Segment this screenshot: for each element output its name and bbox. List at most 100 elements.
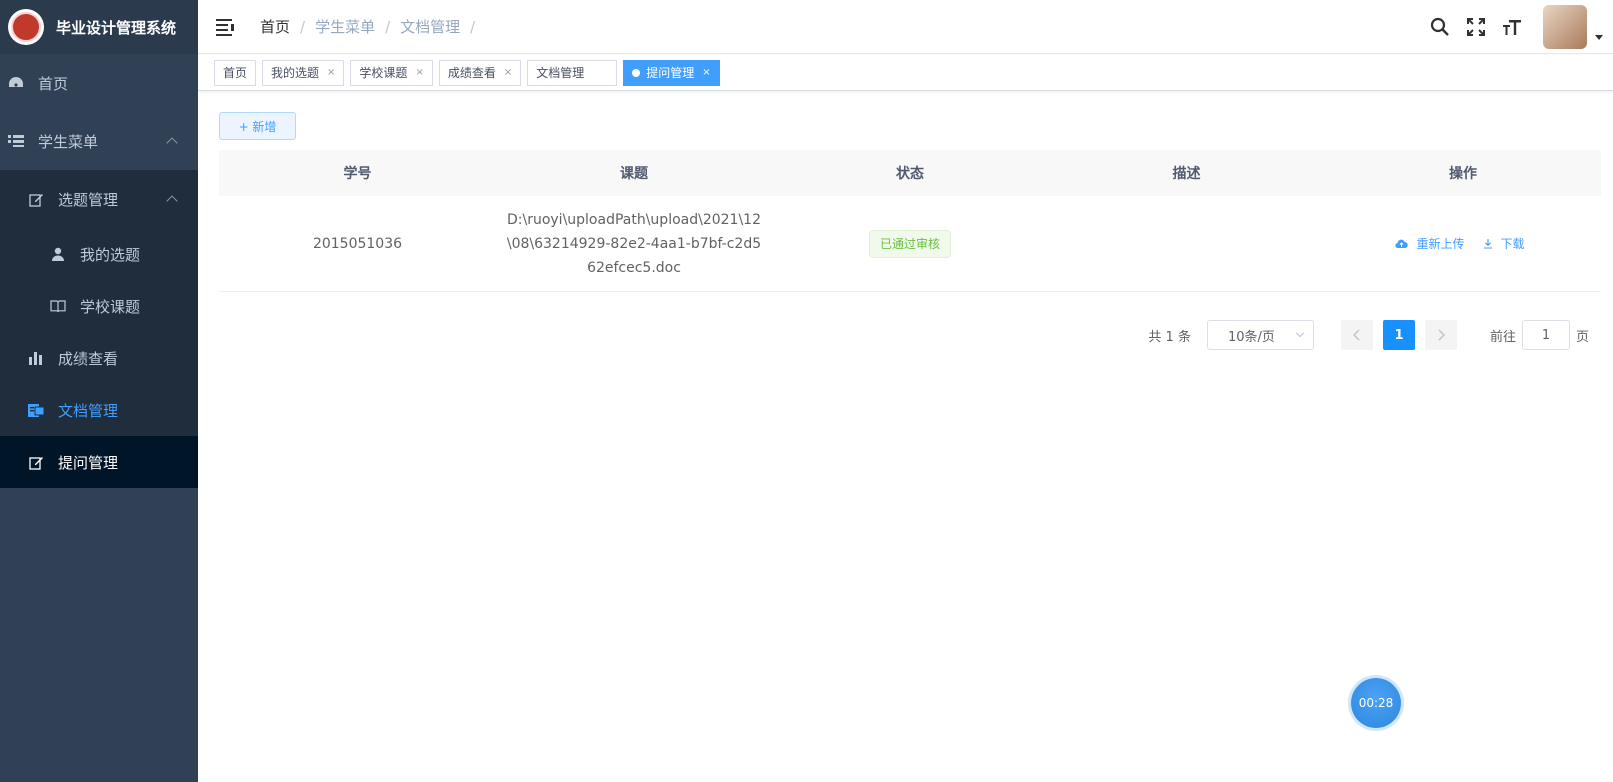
breadcrumb-separator: / [470,17,476,36]
goto-label: 前往 [1489,329,1516,345]
submenu-student: 选题管理 我的选题 学校课题 成绩查看 文档管理 提问管理 [0,170,198,488]
edit-icon [28,454,44,470]
cell-description [1048,196,1325,291]
font-size-icon[interactable] [1501,16,1523,38]
recording-timer[interactable]: 00:28 [1351,678,1401,728]
cell-topic: D:\ruoyi\uploadPath\upload\2021\12\08\63… [496,196,772,291]
chevron-up-icon [166,137,178,149]
search-icon[interactable] [1429,16,1451,38]
breadcrumb-item: 学生菜单 [315,18,376,36]
close-icon[interactable]: × [702,67,710,78]
chevron-left-icon [1352,329,1360,341]
table-row: 2015051036 D:\ruoyi\uploadPath\upload\20… [219,196,1601,292]
close-icon[interactable]: × [504,67,512,78]
tag-label: 我的选题 [271,66,320,80]
breadcrumb: 首页 / 学生菜单 / 文档管理 / [260,16,485,37]
logo-bar: 毕业设计管理系统 [0,0,198,54]
top-navbar: 首页 / 学生菜单 / 文档管理 / [198,0,1613,54]
avatar[interactable] [1543,5,1587,49]
prev-page-button[interactable] [1340,320,1373,350]
sidebar-item-label: 选题管理 [58,190,119,209]
tag-home[interactable]: 首页 [214,59,257,86]
app-root: 毕业设计管理系统 首页 学生菜单 选题管理 我的选题 学校课题 成绩查看 文档管… [0,0,1613,782]
tag-school-topics[interactable]: 学校课题 × [350,59,433,86]
tag-label: 提问管理 [646,66,695,80]
cell-student-id: 2015051036 [312,235,403,252]
sidebar-item-label: 学校课题 [80,297,141,316]
header-right [1429,0,1603,54]
column-header: 学号 [343,166,372,182]
hamburger-icon[interactable] [216,18,236,36]
tags-view: 首页 我的选题 × 学校课题 × 成绩查看 × 文档管理 提问管理 × [198,55,1613,91]
download-icon [1483,239,1492,249]
sidebar-item-label: 我的选题 [80,245,141,264]
main-content: + 新增 学号 课题 状态 描述 操作 2015051036 D:\ruoyi\… [198,92,1613,782]
active-dot-icon [632,68,641,77]
sidebar-item-label: 提问管理 [58,453,119,472]
close-icon[interactable]: × [415,67,423,78]
status-badge: 已通过审核 [868,229,951,258]
sidebar-item-label: 文档管理 [58,401,119,420]
close-icon[interactable]: × [327,67,335,78]
sidebar-item-home[interactable]: 首页 [0,54,198,112]
download-button[interactable]: 下载 [1483,235,1531,252]
download-label: 下载 [1500,237,1525,251]
tag-grades[interactable]: 成绩查看 × [438,59,522,86]
sidebar-item-label: 成绩查看 [58,349,119,368]
sidebar-item-documents[interactable]: 文档管理 [0,384,198,436]
tag-label: 首页 [223,66,248,80]
breadcrumb-separator: / [300,17,306,36]
total-count: 共 1 条 [1148,329,1191,345]
tag-label: 学校课题 [359,66,408,80]
cell-status: 已通过审核 [772,196,1048,291]
page-number-button[interactable]: 1 [1382,320,1415,350]
sidebar-item-my-topic[interactable]: 我的选题 [0,228,198,280]
app-title: 毕业设计管理系统 [56,18,177,37]
sidebar-item-questions[interactable]: 提问管理 [0,436,198,488]
edit-icon [28,191,44,207]
pagination: 共 1 条 10条/页 1 前往 1 页 [1148,320,1589,350]
goto-page-input[interactable]: 1 [1521,320,1570,350]
data-table: 学号 课题 状态 描述 操作 2015051036 D:\ruoyi\uploa… [219,150,1601,292]
file-path: D:\ruoyi\uploadPath\upload\2021\12\08\63… [506,211,762,276]
user-icon [50,246,66,262]
sidebar-item-label: 首页 [38,74,69,93]
dashboard-icon [8,75,24,91]
tag-my-topic[interactable]: 我的选题 × [262,59,345,86]
column-header: 状态 [896,166,924,182]
caret-down-icon[interactable] [1595,34,1603,40]
sidebar: 毕业设计管理系统 首页 学生菜单 选题管理 我的选题 学校课题 成绩查看 文档管… [0,0,198,782]
column-header: 操作 [1449,166,1477,182]
book-icon [50,298,66,314]
column-header: 课题 [620,166,648,182]
chevron-up-icon [166,195,178,207]
cell-actions: 重新上传 下载 [1325,196,1601,291]
breadcrumb-item[interactable]: 首页 [260,16,290,37]
sidebar-item-topic-management[interactable]: 选题管理 [0,170,198,228]
table-header: 学号 课题 状态 描述 操作 [219,150,1601,196]
sidebar-item-grades[interactable]: 成绩查看 [0,332,198,384]
page-size-value: 10条/页 [1227,329,1275,345]
next-page-button[interactable] [1424,320,1457,350]
column-header: 描述 [1172,166,1201,182]
fullscreen-icon[interactable] [1465,16,1487,38]
breadcrumb-item: 文档管理 [400,18,461,36]
add-button[interactable]: + 新增 [219,112,296,140]
page-size-select[interactable]: 10条/页 [1206,320,1314,350]
tag-questions[interactable]: 提问管理 × [623,59,720,86]
page-suffix: 页 [1575,329,1589,345]
tag-label: 成绩查看 [447,66,496,80]
row-actions: 重新上传 下载 [1389,235,1536,252]
list-icon [8,133,24,149]
tag-documents[interactable]: 文档管理 [527,59,618,86]
sidebar-item-school-topics[interactable]: 学校课题 [0,280,198,332]
reupload-button[interactable]: 重新上传 [1395,235,1470,252]
bar-chart-icon [28,350,44,366]
chevron-right-icon [1438,329,1445,341]
sidebar-item-label: 学生菜单 [38,132,99,151]
breadcrumb-separator: / [385,17,391,36]
document-icon [28,402,44,418]
chevron-down-icon [1295,328,1305,338]
tag-label: 文档管理 [536,66,585,80]
sidebar-item-student-menu[interactable]: 学生菜单 [0,112,198,170]
